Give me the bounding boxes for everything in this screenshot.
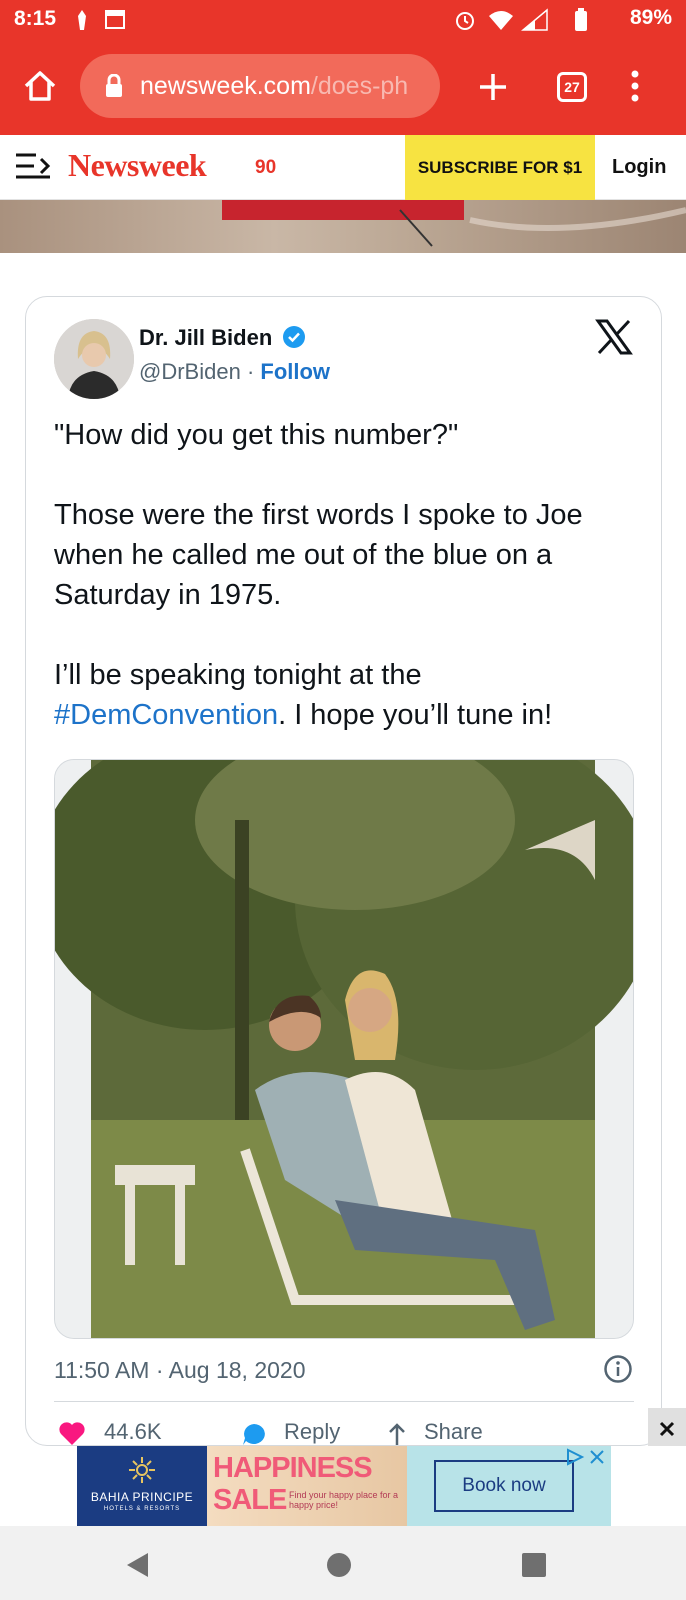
close-icon [659, 1421, 675, 1437]
author-name-text: Dr. Jill Biden [139, 325, 273, 350]
home-circle-icon[interactable] [326, 1552, 352, 1578]
battery-icon [575, 8, 587, 31]
ad-content: BAHIA PRINCIPE HOTELS & RESORTS HAPPINES… [77, 1446, 611, 1526]
browser-toolbar: newsweek.com/does-ph 27 [0, 40, 686, 135]
ad-brand: BAHIA PRINCIPE HOTELS & RESORTS [77, 1446, 207, 1526]
ad-brand-sub: HOTELS & RESORTS [103, 1506, 181, 1512]
info-icon[interactable] [603, 1354, 633, 1384]
ad-headline: SALE [213, 1484, 287, 1516]
adchoices-close-icon [567, 1448, 604, 1466]
verified-badge-icon [283, 326, 306, 348]
ad-headline: HAPPINESS [213, 1452, 373, 1484]
author-handle[interactable]: @DrBiden [139, 359, 241, 384]
tab-switcher-button[interactable]: 27 [557, 72, 587, 102]
ad-sale-panel: HAPPINESS SALE Find your happy place for… [207, 1446, 407, 1526]
author-handle-row: @DrBiden · Follow [139, 359, 330, 385]
site-header: Newsweek 90 SUBSCRIBE FOR $1 Login [0, 135, 686, 200]
url-domain: newsweek.com [140, 72, 311, 100]
tweet-paragraph: "How did you get this number?" [54, 419, 459, 451]
more-menu-icon[interactable] [629, 68, 641, 104]
tweet-paragraph: Those were the first words I spoke to Jo… [54, 499, 583, 611]
x-logo-icon[interactable] [595, 319, 633, 355]
url-text: newsweek.com/does-ph [140, 72, 430, 101]
status-time: 8:15 [14, 7, 57, 30]
alarm-icon [456, 12, 474, 30]
ad-tagline: Find your happy place for a happy price! [289, 1490, 399, 1510]
reply-icon[interactable] [240, 1421, 268, 1447]
back-icon[interactable] [124, 1551, 150, 1579]
ad-brand-name: BAHIA PRINCIPE [90, 1490, 194, 1504]
tweet-paragraph: I’ll be speaking tonight at the #DemConv… [54, 655, 644, 735]
share-button[interactable]: Share [424, 1419, 483, 1445]
hero-image-detail [399, 207, 686, 247]
follow-link[interactable]: Follow [260, 359, 330, 384]
lock-icon [106, 74, 122, 97]
home-icon[interactable] [22, 68, 58, 104]
handle-separator: · [240, 359, 261, 384]
tweet-timestamp[interactable]: 11:50 AM · Aug 18, 2020 [54, 1357, 305, 1384]
article-hero-image [0, 200, 686, 253]
avatar[interactable] [54, 319, 134, 399]
newsweek-logo[interactable]: Newsweek [68, 147, 207, 184]
url-field[interactable]: newsweek.com/does-ph [80, 54, 440, 118]
tweet-divider [54, 1401, 634, 1402]
battery-percent: 89% [629, 6, 672, 29]
wifi-icon [489, 11, 513, 30]
hashtag-link[interactable]: #DemConvention [54, 699, 278, 731]
anniversary-badge: 90 [255, 157, 277, 178]
notification-icon [78, 10, 86, 30]
calendar-icon [105, 10, 125, 29]
signal-icon [521, 8, 548, 31]
system-navigation-bar [0, 1526, 686, 1600]
book-now-button[interactable]: Book now [434, 1460, 574, 1512]
recents-icon[interactable] [522, 1553, 546, 1577]
like-heart-icon[interactable] [58, 1421, 86, 1447]
new-tab-icon[interactable] [476, 70, 510, 104]
reply-button[interactable]: Reply [284, 1419, 340, 1445]
url-path: /does-ph [310, 72, 409, 100]
tweet-photo-image [55, 760, 633, 1338]
subscribe-button[interactable]: SUBSCRIBE FOR $1 [405, 135, 595, 200]
embedded-tweet: Dr. Jill Biden @DrBiden · Follow "How di… [25, 296, 662, 1446]
ad-close-button[interactable] [648, 1408, 686, 1446]
advertisement-banner[interactable]: BAHIA PRINCIPE HOTELS & RESORTS HAPPINES… [0, 1446, 686, 1526]
adchoices-icon[interactable] [565, 1448, 607, 1470]
avatar-image [54, 319, 134, 399]
tweet-text-span: . I hope you’ll tune in! [278, 699, 553, 731]
brand-sun-icon [129, 1457, 155, 1483]
tweet-photo[interactable] [54, 759, 634, 1339]
ad-cta-panel: Book now [407, 1446, 611, 1526]
like-count[interactable]: 44.6K [104, 1419, 162, 1445]
menu-icon[interactable] [14, 151, 52, 181]
share-icon[interactable] [386, 1421, 408, 1447]
tweet-text: "How did you get this number?" Those wer… [54, 415, 644, 775]
status-bar: 8:15 89% [0, 0, 686, 40]
login-link[interactable]: Login [612, 135, 666, 200]
author-name[interactable]: Dr. Jill Biden [139, 325, 306, 351]
tweet-text-span: I’ll be speaking tonight at the [54, 659, 422, 691]
